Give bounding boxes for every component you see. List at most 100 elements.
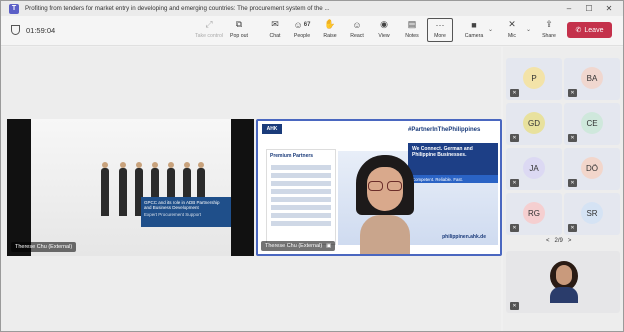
shared-slide: GPCC and its role in ADB Partnership and… [31, 119, 231, 256]
take-control-button[interactable]: ⤢ Take control [195, 19, 223, 39]
chat-icon: ✉ [271, 19, 279, 29]
avatar: DÖ [581, 157, 603, 179]
pager-label: 2/9 [554, 238, 563, 244]
react-label: React [350, 33, 364, 39]
close-button[interactable]: ✕ [599, 1, 619, 16]
mic-options-chevron-icon[interactable]: ⌄ [526, 26, 531, 33]
share-button[interactable]: ⇪ Share [536, 19, 562, 39]
slide-photo-person [119, 162, 127, 216]
smiley-icon: ☺ [352, 19, 362, 30]
view-icon: ◉ [380, 19, 388, 29]
people-button[interactable]: ☺ 67 People [289, 19, 315, 40]
window-controls: – ☐ ✕ [559, 1, 619, 16]
people-icon-wrap: ☺ 67 [292, 19, 312, 30]
maximize-button[interactable]: ☐ [579, 1, 599, 16]
mic-off-icon: ✕ [568, 134, 577, 142]
window-title: Profiting from tenders for market entry … [25, 5, 330, 12]
participant-tile[interactable]: JA ✕ [506, 148, 562, 190]
slide-heading-box: GPCC and its role in ADB Partnership and… [141, 197, 231, 227]
take-control-label: Take control [195, 33, 223, 39]
camera-button[interactable]: ■ Camera [461, 19, 487, 40]
partner-logo [271, 197, 331, 202]
mic-label: Mic [507, 33, 517, 39]
avatar: RG [523, 202, 545, 224]
take-control-icon: ⤢ [205, 19, 213, 29]
raise-label: Raise [323, 33, 337, 39]
participant-tile[interactable]: BA ✕ [564, 58, 620, 100]
mic-off-icon: ✕ [510, 134, 519, 142]
video-person-face [556, 265, 572, 285]
timer-text: 01:59:04 [26, 25, 56, 35]
teams-app-icon: T [9, 3, 19, 14]
avatar: CE [581, 112, 603, 134]
slide-heading: GPCC and its role in ADB Partnership and… [144, 200, 220, 210]
partner-logo [271, 181, 331, 186]
more-dots-icon: ··· [435, 19, 445, 30]
notes-label: Notes [405, 33, 419, 39]
people-count: 67 [303, 21, 311, 28]
participant-tile[interactable]: DÖ ✕ [564, 148, 620, 190]
video-person-body [550, 287, 578, 303]
slide-subheading: Expert Procurement Support [144, 212, 202, 217]
partner-logo [271, 173, 331, 178]
more-button[interactable]: ··· More [427, 18, 453, 42]
participant-tile[interactable]: P ✕ [506, 58, 562, 100]
mic-off-icon: ✕ [508, 19, 516, 29]
mic-off-icon: ✕ [568, 89, 577, 97]
ahk-url: philippinen.ahk.de [442, 234, 486, 240]
participant-tile[interactable]: RG ✕ [506, 193, 562, 235]
pop-out-button[interactable]: ⧉ Pop out [226, 19, 252, 39]
meeting-toolbar: 01:59:04 ⤢ Take control ⧉ Pop out ✉ Chat… [1, 16, 623, 46]
partners-title: Premium Partners [270, 153, 314, 159]
chat-label: Chat [269, 33, 281, 39]
tagline-banner: Competent. Reliable. Fast. [408, 175, 498, 183]
mic-off-icon: ✕ [568, 179, 577, 187]
speaker-video-tile[interactable]: AHK #PartnerInThePhilippines Premium Par… [256, 119, 502, 256]
brand-hashtag: #PartnerInThePhilippines [408, 127, 481, 133]
react-button[interactable]: ☺ React [344, 19, 370, 40]
avatar: P [523, 67, 545, 89]
avatar: BA [581, 67, 603, 89]
mic-off-icon: ✕ [510, 224, 519, 232]
avatar: JA [523, 157, 545, 179]
avatar: GD [523, 112, 545, 134]
shared-screen-tile[interactable]: GPCC and its role in ADB Partnership and… [7, 119, 254, 256]
view-label: View [378, 33, 390, 39]
ahk-logo: AHK [262, 124, 282, 134]
mic-button[interactable]: ✕ Mic [499, 19, 525, 39]
partner-logo [271, 165, 331, 170]
camera-label: Camera [464, 33, 484, 39]
title-bar: T Profiting from tenders for market entr… [1, 1, 623, 16]
mic-off-icon: ✕ [568, 224, 577, 232]
mic-off-icon: ✕ [510, 89, 519, 97]
camera-options-chevron-icon[interactable]: ⌄ [488, 26, 493, 33]
people-icon: ☺ [293, 19, 303, 30]
phone-icon: ✆ [575, 27, 582, 34]
participant-name-label: Therese Chu (External) ▣ [261, 241, 336, 251]
participant-tile[interactable]: SR ✕ [564, 193, 620, 235]
leave-label: Leave [584, 26, 604, 34]
pop-out-label: Pop out [230, 33, 248, 39]
participant-name-text: Therese Chu (External) [265, 243, 323, 249]
more-label: More [434, 33, 446, 39]
pop-out-icon: ⧉ [235, 19, 243, 29]
meeting-window: T Profiting from tenders for market entr… [0, 0, 624, 332]
screen-share-icon: ▣ [326, 243, 332, 249]
raise-hand-button[interactable]: ✋ Raise [317, 19, 343, 39]
pager-prev-button[interactable]: < [546, 238, 550, 244]
pager-next-button[interactable]: > [568, 238, 572, 244]
leave-button[interactable]: ✆ Leave [567, 22, 612, 38]
speaker-glasses [368, 181, 402, 191]
partner-logo [271, 189, 331, 194]
connect-banner: We Connect. German and Philippine Busine… [408, 143, 498, 175]
slide-photo-person [101, 162, 109, 216]
view-button[interactable]: ◉ View [371, 19, 397, 39]
avatar: SR [581, 202, 603, 224]
minimize-button[interactable]: – [559, 1, 579, 16]
share-label: Share [542, 33, 556, 39]
notes-button[interactable]: ▤ Notes [399, 19, 425, 39]
participant-tile[interactable]: CE ✕ [564, 103, 620, 145]
self-video-tile[interactable]: ✕ [506, 251, 620, 313]
chat-button[interactable]: ✉ Chat [262, 19, 288, 39]
participant-tile[interactable]: GD ✕ [506, 103, 562, 145]
